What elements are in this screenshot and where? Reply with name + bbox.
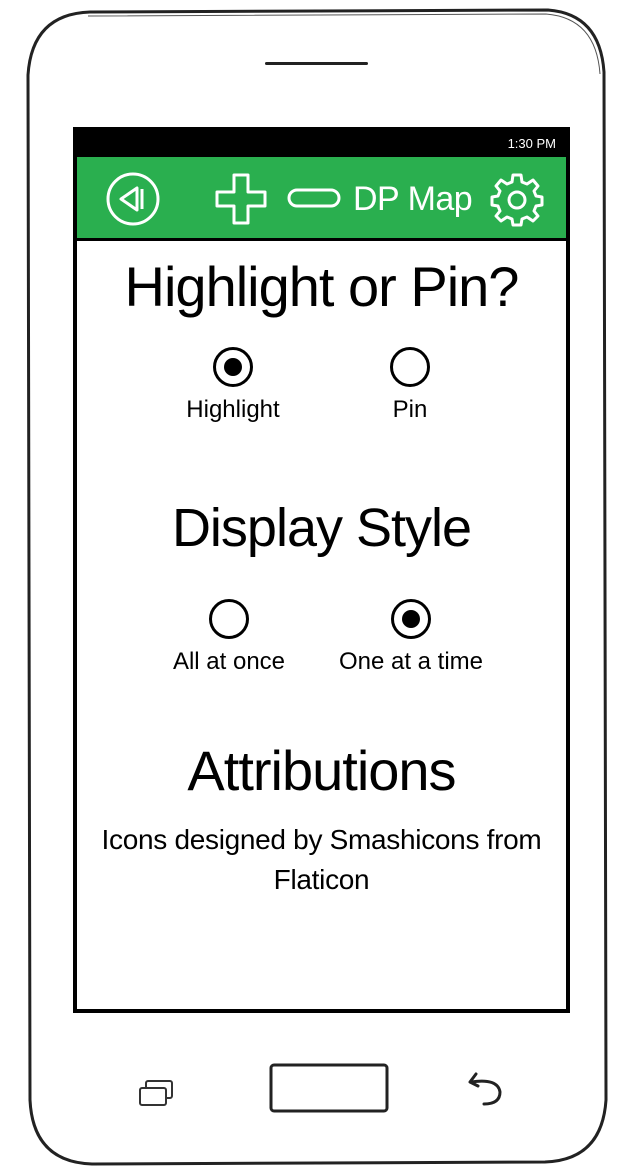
home-button[interactable] — [268, 1062, 390, 1114]
attribution-text: Icons designed by Smashicons from Flatic… — [101, 824, 542, 895]
radio-all-at-once[interactable]: All at once — [154, 599, 304, 689]
radio-pin[interactable]: Pin — [335, 347, 485, 437]
radio-button-unselected[interactable] — [209, 599, 249, 639]
radio-label: One at a time — [338, 648, 484, 675]
settings-icon[interactable] — [489, 171, 545, 227]
radio-button-unselected[interactable] — [390, 347, 430, 387]
earpiece-speaker — [265, 62, 368, 65]
radio-button-selected[interactable] — [391, 599, 431, 639]
back-icon[interactable] — [105, 171, 161, 227]
attributions-title: Attributions — [187, 739, 456, 802]
highlight-or-pin-title: Highlight or Pin? — [124, 255, 520, 318]
display-style-title: Display Style — [171, 498, 472, 558]
radio-highlight[interactable]: Highlight — [158, 347, 308, 437]
status-time: 1:30 PM — [507, 136, 556, 151]
app-bar: DP Map — [77, 157, 566, 241]
radio-dot — [224, 358, 242, 376]
zoom-out-icon[interactable] — [287, 186, 341, 210]
back-nav-icon[interactable] — [462, 1064, 508, 1110]
radio-label: Highlight — [186, 396, 280, 423]
radio-button-selected[interactable] — [213, 347, 253, 387]
phone-screen: 1:30 PM DP Map Highlight or Pin? Highlig… — [73, 127, 570, 1013]
app-title: DP Map — [353, 180, 473, 218]
radio-label: All at once — [172, 648, 286, 675]
status-bar: 1:30 PM — [77, 131, 566, 157]
recent-apps-icon[interactable] — [136, 1078, 178, 1110]
zoom-in-icon[interactable] — [213, 171, 269, 227]
radio-label: Pin — [392, 396, 428, 423]
radio-one-at-a-time[interactable]: One at a time — [336, 599, 486, 689]
radio-dot — [402, 610, 420, 628]
settings-content: Highlight or Pin? Highlight Pin Display … — [77, 241, 566, 991]
